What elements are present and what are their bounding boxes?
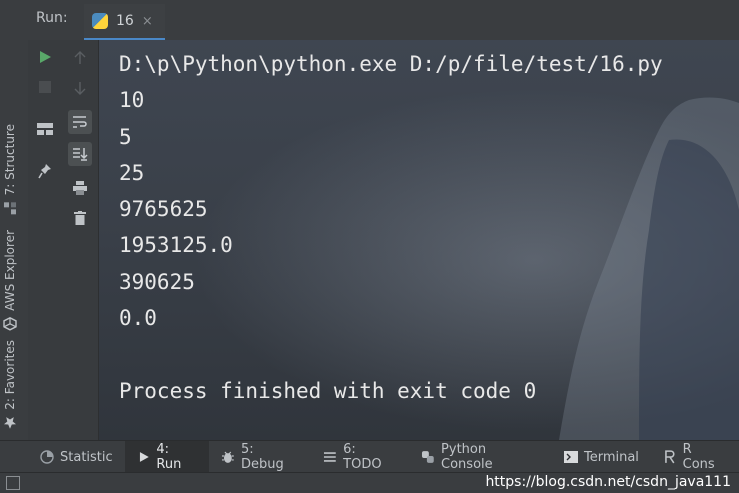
soft-wrap-button[interactable] xyxy=(68,110,92,134)
python-console-tool-button[interactable]: Python Console xyxy=(409,441,552,473)
favorites-toolwindow-button[interactable]: 2: Favorites xyxy=(3,340,17,430)
console-line: Process finished with exit code 0 xyxy=(119,378,537,403)
run-tool-button[interactable]: 4: Run xyxy=(124,441,210,473)
layout-icon xyxy=(37,123,53,135)
console-line: 0.0 xyxy=(119,306,157,331)
star-icon xyxy=(4,417,16,429)
console-line: 9765625 xyxy=(119,197,208,222)
pin-button[interactable] xyxy=(34,160,56,182)
run-actions-column xyxy=(28,40,63,440)
pin-icon xyxy=(38,164,51,179)
close-icon[interactable]: × xyxy=(142,14,153,29)
clear-all-button[interactable] xyxy=(68,206,92,230)
list-icon xyxy=(324,452,337,462)
console-lines: D:\p\Python\python.exe D:/p/file/test/16… xyxy=(119,46,663,409)
todo-tool-button[interactable]: 6: TODO xyxy=(311,441,409,473)
terminal-tool-button[interactable]: Terminal xyxy=(552,441,651,473)
console-line: 390625 xyxy=(119,269,195,294)
structure-label: 7: Structure xyxy=(3,124,17,196)
console-line: 5 xyxy=(119,124,132,149)
python-file-icon xyxy=(92,13,108,29)
console-output[interactable]: D:\p\Python\python.exe D:/p/file/test/16… xyxy=(99,40,739,440)
python-console-label: Python Console xyxy=(441,442,493,472)
structure-toolwindow-button[interactable]: 7: Structure xyxy=(3,124,17,215)
bug-icon xyxy=(222,451,235,463)
terminal-label: Terminal xyxy=(583,449,639,465)
trash-icon xyxy=(74,211,86,225)
scroll-down-button[interactable] xyxy=(68,76,92,100)
run-label: 4: Run xyxy=(156,442,182,472)
ide-window: Run: 16 × 7: Structure AWS Explorer 2: F… xyxy=(0,0,739,493)
tab-title: 16 xyxy=(116,13,134,29)
r-console-label: R Cons xyxy=(682,442,715,472)
left-tool-strip: 7: Structure AWS Explorer 2: Favorites xyxy=(0,40,29,440)
stop-icon xyxy=(39,81,51,93)
play-icon xyxy=(139,452,149,462)
aws-explorer-toolwindow-button[interactable]: AWS Explorer xyxy=(3,230,17,331)
statistic-icon xyxy=(40,450,54,464)
run-toolwindow-header: Run: 16 × xyxy=(0,0,739,41)
scroll-to-end-button[interactable] xyxy=(68,142,92,166)
arrow-up-icon xyxy=(74,51,86,64)
print-button[interactable] xyxy=(68,176,92,200)
bottom-tool-window-bar: Statistic 4: Run 5: Debug 6: TODO Python… xyxy=(0,440,739,473)
tab-run-16[interactable]: 16 × xyxy=(84,4,165,40)
statistic-tool-button[interactable]: Statistic xyxy=(0,441,125,473)
console-line: 1953125.0 xyxy=(119,233,233,258)
console-line: D:\p\Python\python.exe D:/p/file/test/16… xyxy=(119,52,663,76)
rerun-button[interactable] xyxy=(34,46,56,68)
toggle-tool-windows-icon[interactable] xyxy=(6,476,20,490)
favorites-label: 2: Favorites xyxy=(3,340,17,410)
soft-wrap-icon xyxy=(73,116,87,128)
structure-icon xyxy=(4,202,16,215)
arrow-down-icon xyxy=(74,82,86,95)
run-label: Run: xyxy=(36,10,68,26)
todo-label: 6: TODO xyxy=(343,442,382,472)
python-icon xyxy=(422,451,435,463)
terminal-icon xyxy=(563,451,578,463)
r-console-tool-button[interactable]: R Cons xyxy=(651,441,739,473)
console-actions-column xyxy=(62,40,99,440)
layout-button[interactable] xyxy=(34,118,56,140)
stop-button[interactable] xyxy=(34,76,56,98)
play-icon xyxy=(40,51,51,63)
watermark-text: https://blog.csdn.net/csdn_java111 xyxy=(485,474,731,490)
printer-icon xyxy=(73,181,87,195)
statistic-label: Statistic xyxy=(60,449,113,465)
scroll-to-end-icon xyxy=(73,148,88,161)
status-bar: https://blog.csdn.net/csdn_java111 xyxy=(0,472,739,493)
cube-icon xyxy=(3,317,17,331)
aws-explorer-label: AWS Explorer xyxy=(3,230,17,311)
console-line: 25 xyxy=(119,160,145,185)
debug-tool-button[interactable]: 5: Debug xyxy=(209,441,311,473)
scroll-up-button[interactable] xyxy=(68,46,92,70)
console-line: 10 xyxy=(119,88,145,113)
debug-label: 5: Debug xyxy=(241,442,284,472)
r-icon xyxy=(665,450,675,464)
